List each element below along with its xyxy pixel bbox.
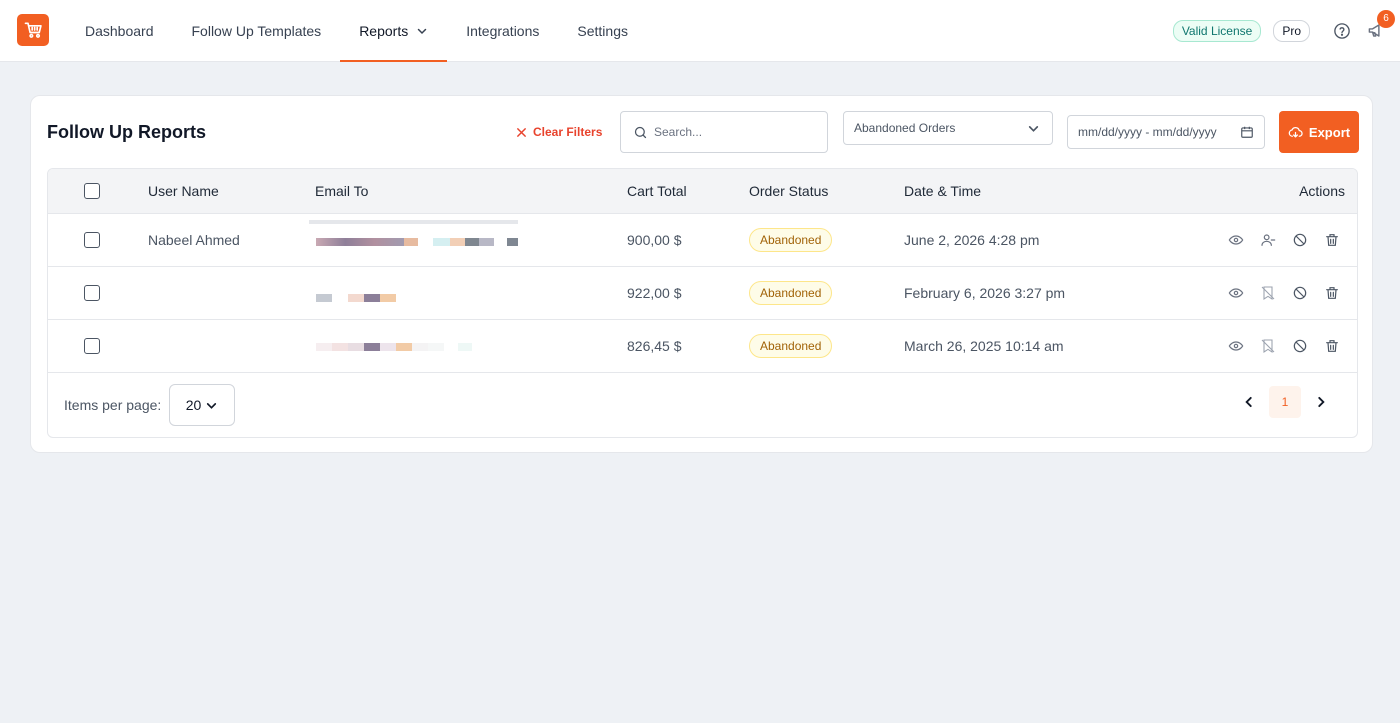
- date-time: March 26, 2025 10:14 am: [904, 338, 1064, 354]
- bookmark-off-icon[interactable]: [1259, 337, 1277, 355]
- email-redacted: [309, 214, 519, 266]
- cart-total: 922,00 $: [627, 285, 682, 301]
- eye-icon[interactable]: [1227, 284, 1245, 302]
- nav-reports[interactable]: Reports: [340, 0, 448, 62]
- chevron-down-icon: [207, 402, 217, 409]
- table-header: User Name Email To Cart Total Order Stat…: [48, 169, 1357, 214]
- table-row: 922,00 $ Abandoned February 6, 2026 3:27…: [48, 267, 1357, 320]
- close-icon: [517, 127, 526, 137]
- nav-label: Settings: [577, 22, 628, 39]
- table-row: 826,45 $ Abandoned March 26, 2025 10:14 …: [48, 320, 1357, 373]
- items-per-page-label: Items per page:: [64, 397, 162, 413]
- status-badge: Abandoned: [749, 228, 833, 252]
- items-per-page-select[interactable]: 20: [169, 384, 235, 426]
- report-type-select[interactable]: Abandoned Orders: [843, 111, 1053, 145]
- clear-filters-label: Clear Filters: [533, 125, 603, 139]
- cart-total: 900,00 $: [627, 232, 682, 248]
- report-type-value: Abandoned Orders: [854, 121, 956, 135]
- eye-icon[interactable]: [1227, 231, 1245, 249]
- trash-icon[interactable]: [1323, 231, 1341, 249]
- row-checkbox[interactable]: [84, 285, 100, 301]
- calendar-icon: [1241, 126, 1253, 138]
- nav-follow-up-templates[interactable]: Follow Up Templates: [173, 0, 341, 61]
- chevron-down-icon: [1028, 125, 1039, 132]
- search-input[interactable]: [654, 125, 814, 139]
- nav-label: Integrations: [466, 22, 540, 39]
- date-range-placeholder: mm/dd/yyyy - mm/dd/yyyy: [1078, 125, 1217, 139]
- follow-up-reports-card: Follow Up Reports Clear Filters Abandone…: [30, 95, 1373, 453]
- block-icon[interactable]: [1291, 231, 1309, 249]
- date-time: February 6, 2026 3:27 pm: [904, 285, 1066, 301]
- nav-label: Follow Up Templates: [191, 22, 322, 39]
- status-badge: Abandoned: [749, 281, 833, 305]
- page-number-current[interactable]: 1: [1269, 386, 1301, 418]
- email-redacted: [316, 267, 396, 319]
- row-actions: [1227, 231, 1341, 249]
- top-navigation: Dashboard Follow Up Templates Reports In…: [0, 0, 1400, 62]
- chevron-right-icon[interactable]: [1305, 386, 1337, 418]
- column-header-actions: Actions: [1299, 183, 1345, 199]
- clear-filters-button[interactable]: Clear Filters: [516, 125, 602, 139]
- license-badge: Valid License: [1172, 19, 1262, 42]
- megaphone-icon[interactable]: 6: [1366, 9, 1395, 41]
- items-per-page-value: 20: [185, 397, 202, 413]
- notification-count-badge: 6: [1377, 9, 1395, 28]
- cart-logo-icon[interactable]: [17, 14, 49, 46]
- pagination: 1: [1233, 386, 1337, 418]
- column-header-cart-total[interactable]: Cart Total: [627, 169, 687, 213]
- nav-settings[interactable]: Settings: [558, 0, 647, 61]
- row-checkbox[interactable]: [84, 338, 100, 354]
- date-time: June 2, 2026 4:28 pm: [904, 232, 1040, 248]
- trash-icon[interactable]: [1323, 284, 1341, 302]
- search-box: [620, 111, 828, 153]
- nav-label: Dashboard: [85, 22, 154, 39]
- column-header-user-name[interactable]: User Name: [148, 169, 219, 213]
- eye-icon[interactable]: [1227, 337, 1245, 355]
- user-minus-icon[interactable]: [1259, 231, 1277, 249]
- page-title: Follow Up Reports: [47, 122, 206, 142]
- row-actions: [1227, 337, 1341, 355]
- column-header-date-time[interactable]: Date & Time: [904, 169, 981, 213]
- chevron-left-icon[interactable]: [1233, 386, 1265, 418]
- plan-badge: Pro: [1273, 19, 1310, 42]
- block-icon[interactable]: [1291, 284, 1309, 302]
- top-right-area: Valid License Pro 6: [1172, 0, 1395, 61]
- nav-label: Reports: [359, 22, 409, 39]
- nav-dashboard[interactable]: Dashboard: [66, 0, 173, 61]
- user-name: Nabeel Ahmed: [148, 232, 240, 248]
- main-nav: Dashboard Follow Up Templates Reports In…: [66, 0, 647, 62]
- row-checkbox[interactable]: [84, 232, 100, 248]
- help-icon[interactable]: [1332, 21, 1352, 41]
- search-icon: [634, 126, 647, 138]
- export-label: Export: [1308, 124, 1351, 140]
- chevron-down-icon: [416, 25, 428, 37]
- table-row: Nabeel Ahmed 900,00 $ Abandoned June 2, …: [48, 214, 1357, 267]
- trash-icon[interactable]: [1323, 337, 1341, 355]
- status-badge: Abandoned: [749, 334, 833, 358]
- row-actions: [1227, 284, 1341, 302]
- reports-table: User Name Email To Cart Total Order Stat…: [47, 168, 1358, 438]
- bookmark-off-icon[interactable]: [1259, 284, 1277, 302]
- date-range-picker[interactable]: mm/dd/yyyy - mm/dd/yyyy: [1067, 115, 1265, 149]
- block-icon[interactable]: [1291, 337, 1309, 355]
- cloud-download-icon: [1288, 126, 1303, 137]
- export-button[interactable]: Export: [1279, 111, 1359, 153]
- cart-total: 826,45 $: [627, 338, 682, 354]
- email-redacted: [316, 320, 472, 372]
- column-header-email-to[interactable]: Email To: [315, 169, 368, 213]
- table-footer: Items per page: 20 1: [48, 373, 1357, 437]
- select-all-checkbox[interactable]: [84, 183, 100, 199]
- nav-integrations[interactable]: Integrations: [447, 0, 558, 61]
- column-header-order-status[interactable]: Order Status: [749, 169, 828, 213]
